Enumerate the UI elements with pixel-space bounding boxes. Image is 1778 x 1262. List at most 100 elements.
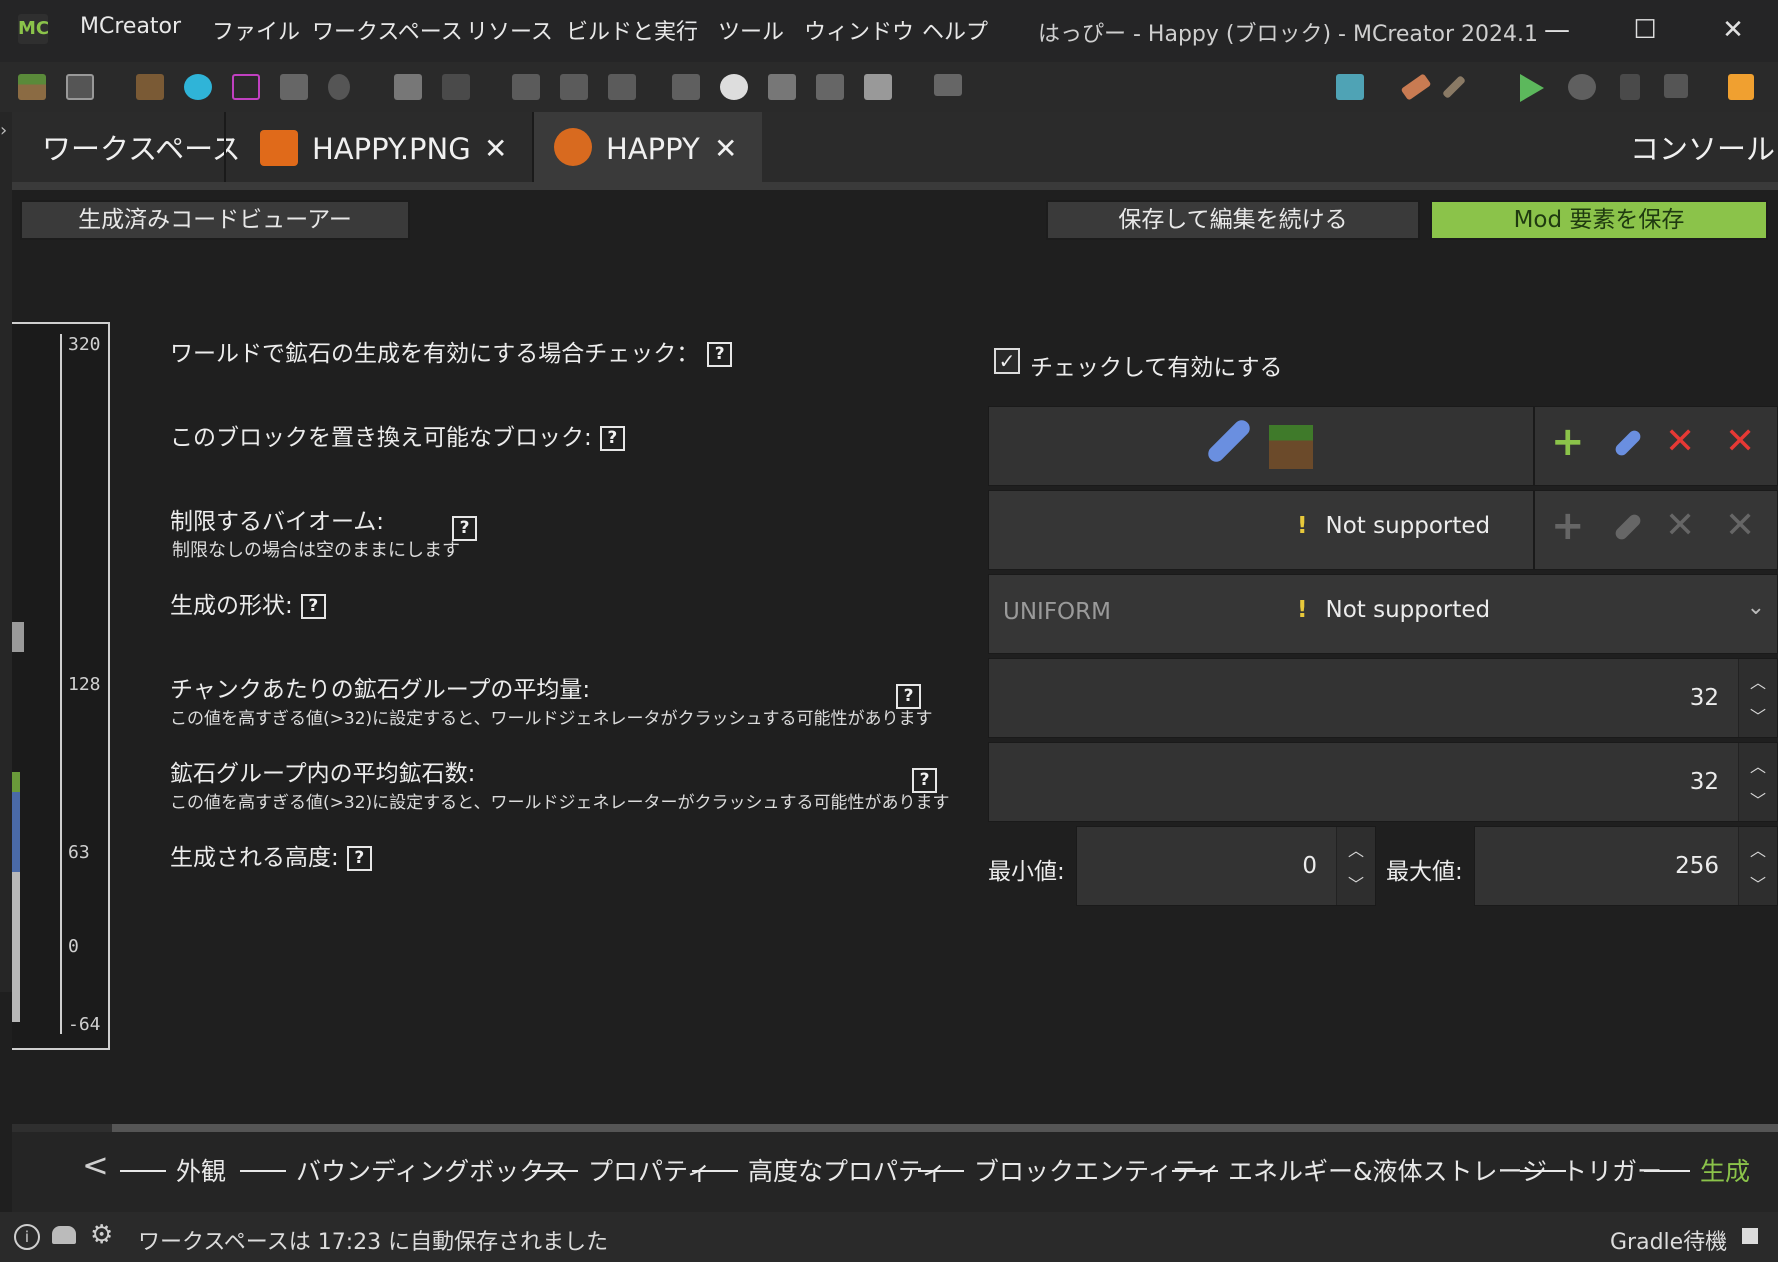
- minimize-button[interactable]: —: [1532, 8, 1582, 52]
- chevron-down-icon[interactable]: ⌄: [1747, 595, 1765, 620]
- increment-icon[interactable]: ︿: [1739, 669, 1777, 693]
- menu-help[interactable]: ヘルプ: [922, 14, 988, 46]
- donate-icon[interactable]: [52, 1226, 76, 1244]
- nav-back-icon[interactable]: <: [82, 1146, 109, 1184]
- stop-icon[interactable]: [1664, 74, 1688, 98]
- groups-value[interactable]: 32: [1690, 685, 1719, 711]
- nav-step-generation[interactable]: 生成: [1700, 1152, 1750, 1188]
- increment-icon[interactable]: ︿: [1337, 837, 1375, 861]
- add-tag-icon[interactable]: [1613, 428, 1643, 458]
- menu-file[interactable]: ファイル: [212, 14, 300, 46]
- animation-icon[interactable]: [66, 74, 94, 100]
- decrement-icon[interactable]: ﹀: [1739, 703, 1777, 727]
- replace-blocks-actions: + ✕ ✕: [1534, 406, 1778, 486]
- max-value[interactable]: 256: [1675, 853, 1719, 879]
- save-continue-button[interactable]: 保存して編集を続ける: [1046, 200, 1420, 240]
- import-particle-icon[interactable]: [328, 74, 350, 100]
- height-label: 生成される高度:?: [170, 838, 372, 872]
- increment-icon[interactable]: ︿: [1739, 753, 1777, 777]
- decrement-icon[interactable]: ﹀: [1337, 871, 1375, 895]
- open-folder-icon[interactable]: [1336, 74, 1364, 100]
- size-spinner[interactable]: 32 ︿ ﹀: [988, 742, 1778, 822]
- export-icon[interactable]: [1728, 74, 1754, 100]
- create-recipe-icon[interactable]: [672, 74, 700, 100]
- menu-window[interactable]: ウィンドウ: [804, 14, 914, 46]
- variables-icon[interactable]: [934, 74, 962, 96]
- min-stepper[interactable]: ︿ ﹀: [1336, 827, 1375, 905]
- nav-step-appearance[interactable]: 外観: [176, 1152, 226, 1188]
- max-height-spinner[interactable]: 256 ︿ ﹀: [1474, 826, 1778, 906]
- height-tick-320: 320: [68, 334, 101, 355]
- help-icon[interactable]: ?: [896, 684, 921, 709]
- import-block-texture-icon[interactable]: [136, 74, 164, 100]
- nav-step-bounding-box[interactable]: バウンディングボックス: [296, 1152, 569, 1188]
- min-value[interactable]: 0: [1302, 853, 1317, 879]
- new-element-icon[interactable]: [18, 74, 46, 100]
- import-model-obj-icon[interactable]: [560, 74, 588, 100]
- height-tick-min64: -64: [68, 1014, 101, 1035]
- help-icon[interactable]: ?: [452, 516, 477, 541]
- left-gutter: [0, 112, 12, 992]
- create-entity-icon[interactable]: [816, 74, 844, 100]
- increment-icon[interactable]: ︿: [1739, 837, 1777, 861]
- max-stepper[interactable]: ︿ ﹀: [1738, 827, 1777, 905]
- run-client-icon[interactable]: [1520, 74, 1544, 102]
- maximize-button[interactable]: ☐: [1620, 8, 1670, 52]
- tab-close-icon[interactable]: ✕: [714, 112, 737, 186]
- decrement-icon[interactable]: ﹀: [1739, 787, 1777, 811]
- min-height-spinner[interactable]: 0 ︿ ﹀: [1076, 826, 1376, 906]
- decrement-icon[interactable]: ﹀: [1739, 871, 1777, 895]
- enable-gen-checkbox[interactable]: ✓: [994, 348, 1020, 374]
- replace-blocks-list[interactable]: [988, 406, 1534, 486]
- info-icon[interactable]: i: [14, 1224, 40, 1250]
- help-icon[interactable]: ?: [300, 594, 326, 619]
- tab-console[interactable]: コンソール: [1630, 112, 1775, 188]
- tab-workspace[interactable]: ワークスペース: [12, 112, 241, 188]
- size-value[interactable]: 32: [1690, 769, 1719, 795]
- remove-all-icon[interactable]: ✕: [1725, 421, 1755, 462]
- tab-happy-png[interactable]: HAPPY.PNG ✕: [226, 112, 532, 188]
- chevron-right-icon[interactable]: ›: [0, 120, 7, 141]
- tab-close-icon[interactable]: ✕: [484, 112, 507, 186]
- remove-icon[interactable]: ✕: [1665, 421, 1695, 462]
- help-icon[interactable]: ?: [912, 768, 937, 793]
- run-server-icon[interactable]: [1620, 74, 1640, 100]
- menu-mcreator[interactable]: MCreator: [80, 14, 181, 39]
- import-structure-icon[interactable]: [442, 74, 470, 100]
- menu-tools[interactable]: ツール: [718, 14, 784, 46]
- nav-step-energy-fluid[interactable]: エネルギー&液体ストレージ: [1228, 1152, 1547, 1188]
- gradle-stop-icon[interactable]: [1742, 1228, 1758, 1244]
- import-model-json-icon[interactable]: [608, 74, 636, 100]
- biomes-help: ?: [452, 516, 477, 541]
- menu-workspace[interactable]: ワークスペース: [312, 14, 463, 46]
- import-item-texture-icon[interactable]: [184, 74, 212, 100]
- shape-dropdown[interactable]: UNIFORM ! Not supported ⌄: [988, 574, 1778, 654]
- import-entity-texture-icon[interactable]: [232, 74, 260, 100]
- tab-happy[interactable]: HAPPY ✕: [534, 112, 762, 188]
- close-button[interactable]: ✕: [1708, 8, 1758, 52]
- size-stepper[interactable]: ︿ ﹀: [1738, 743, 1777, 821]
- groups-stepper[interactable]: ︿ ﹀: [1738, 659, 1777, 737]
- groups-spinner[interactable]: 32 ︿ ﹀: [988, 658, 1778, 738]
- save-mod-element-button[interactable]: Mod 要素を保存: [1430, 200, 1768, 240]
- import-sound-icon[interactable]: [394, 74, 422, 100]
- create-block-icon[interactable]: [864, 74, 892, 100]
- gear-icon[interactable]: ⚙: [90, 1220, 113, 1250]
- import-armor-icon[interactable]: [280, 74, 308, 100]
- menu-resources[interactable]: リソース: [466, 14, 553, 46]
- import-model-icon[interactable]: [512, 74, 540, 100]
- create-item-icon[interactable]: [720, 74, 748, 100]
- add-icon[interactable]: +: [1551, 419, 1585, 465]
- help-icon[interactable]: ?: [707, 342, 733, 367]
- menu-build-run[interactable]: ビルドと実行: [566, 14, 698, 46]
- biomes-list[interactable]: ! Not supported: [988, 490, 1534, 570]
- hammer-icon[interactable]: [1441, 74, 1467, 100]
- build-icon[interactable]: [1400, 73, 1432, 101]
- help-icon[interactable]: ?: [599, 426, 625, 451]
- help-icon[interactable]: ?: [346, 846, 372, 871]
- code-viewer-button[interactable]: 生成済みコードビューアー: [20, 200, 410, 240]
- nav-step-advanced-properties[interactable]: 高度なプロパティ: [748, 1152, 947, 1188]
- debug-icon[interactable]: [1568, 74, 1596, 100]
- create-tool-icon[interactable]: [768, 74, 796, 100]
- enable-gen-checkbox-label[interactable]: チェックして有効にする: [1030, 348, 1283, 382]
